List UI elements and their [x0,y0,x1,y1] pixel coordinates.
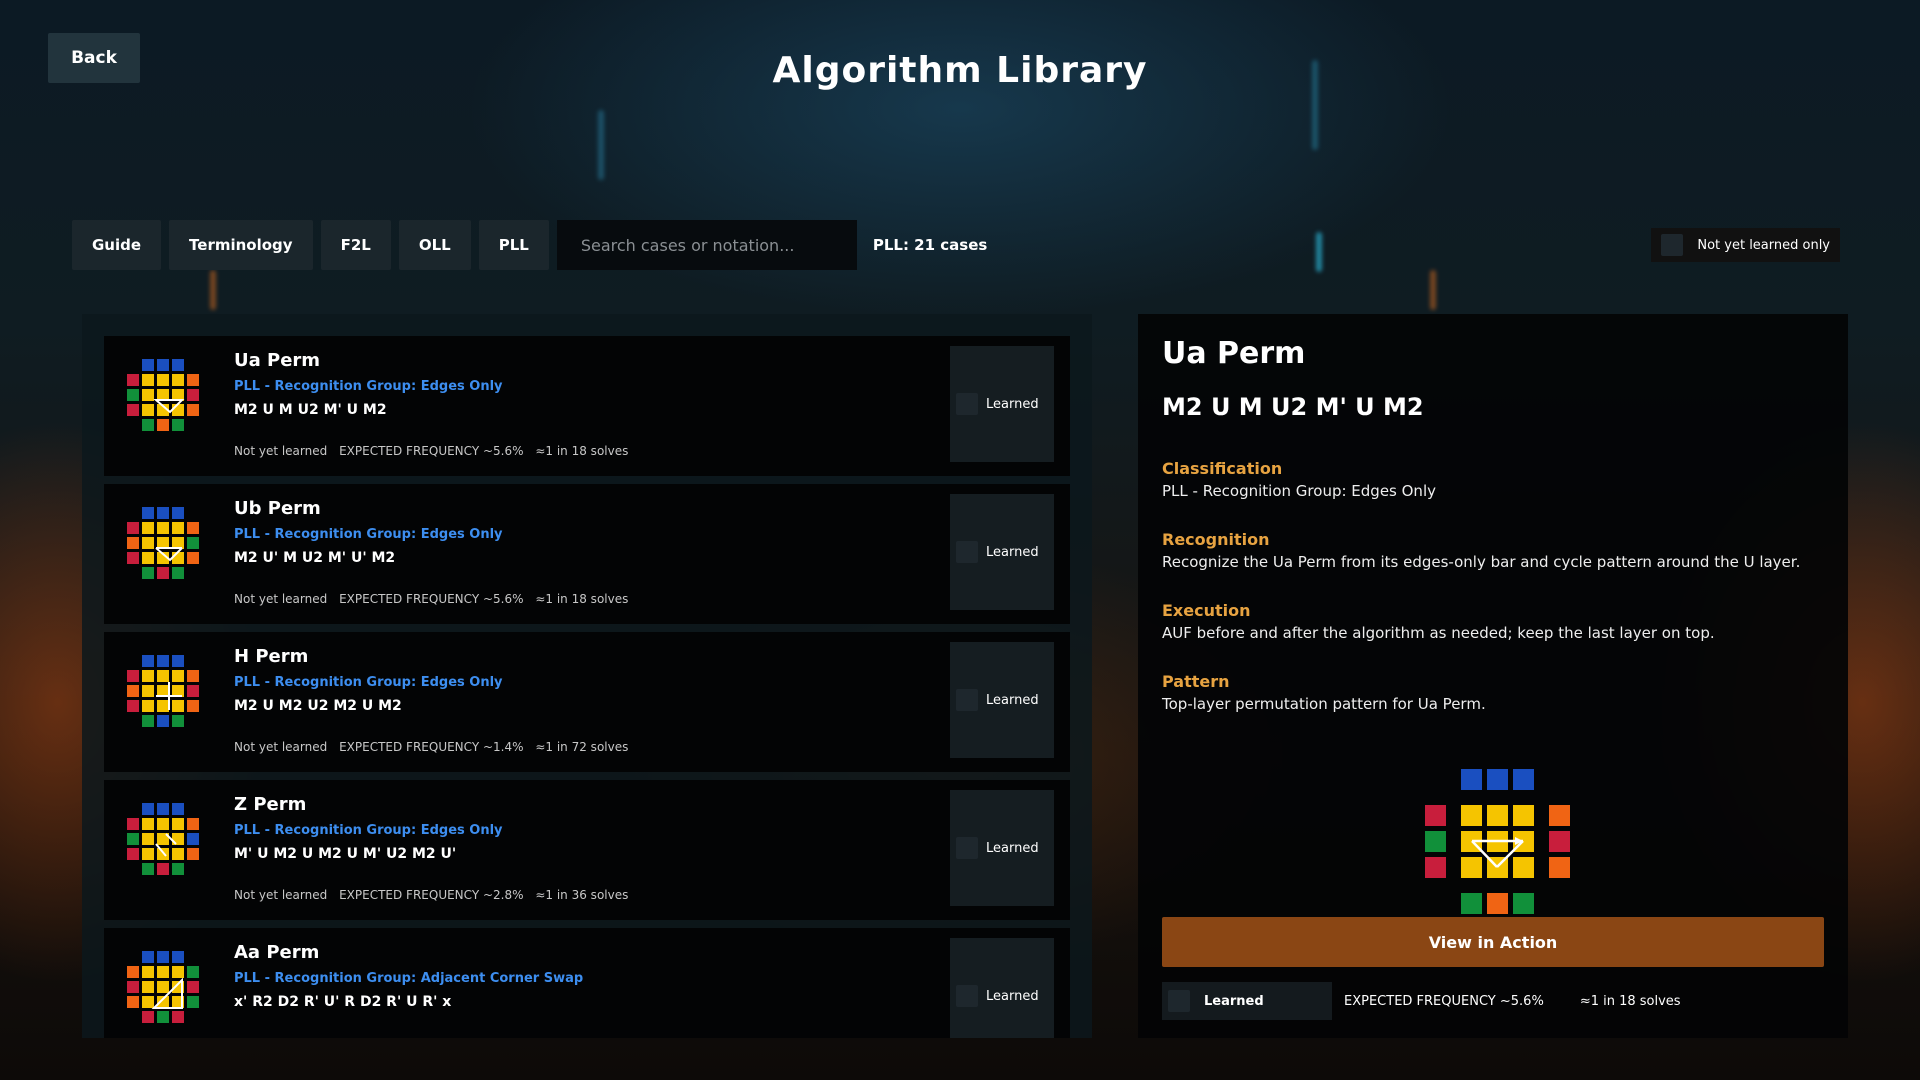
learned-toggle[interactable]: Learned [950,346,1054,462]
case-frequency: EXPECTED FREQUENCY ~1.4% [339,740,524,754]
bg-glow [210,270,216,310]
detail-case-name: Ua Perm [1162,336,1306,371]
case-name: Ub Perm [234,498,321,519]
case-group: PLL - Recognition Group: Edges Only [234,527,503,542]
classification-text: PLL - Recognition Group: Edges Only [1162,482,1436,500]
learned-checkbox[interactable] [956,985,978,1007]
bg-glow [1316,232,1322,272]
bg-glow [1430,270,1436,310]
learned-label: Learned [986,988,1039,1004]
pattern-heading: Pattern [1162,672,1230,691]
cube-diagram-icon [120,356,220,456]
detail-algorithm: M2 U M U2 M' U M2 [1162,393,1424,421]
search-input[interactable] [556,220,857,270]
learned-label: Learned [986,544,1039,560]
cube-diagram-icon [120,504,220,604]
learned-toggle[interactable]: Learned [950,938,1054,1038]
learned-checkbox[interactable] [956,393,978,415]
view-in-action-button[interactable]: View in Action [1162,917,1824,967]
toolbar: Guide Terminology F2L OLL PLL PLL: 21 ca… [72,220,987,270]
classification-heading: Classification [1162,459,1283,478]
case-algorithm: M2 U M2 U2 M2 U M2 [234,698,402,714]
tab-guide[interactable]: Guide [72,220,162,270]
detail-learned-toggle[interactable]: Learned [1162,982,1332,1020]
case-name: Aa Perm [234,942,320,963]
learned-checkbox[interactable] [956,837,978,859]
cube-diagram-icon [120,652,220,752]
case-frequency: EXPECTED FREQUENCY ~5.6% [339,592,524,606]
case-solves: ≈1 in 72 solves [535,740,629,754]
tab-f2l[interactable]: F2L [320,220,391,270]
case-status: Not yet learned [234,740,328,754]
case-name: Z Perm [234,794,307,815]
case-algorithm: x' R2 D2 R' U' R D2 R' U R' x [234,994,452,1010]
cube-diagram-icon [1417,769,1577,919]
learned-checkbox[interactable] [956,689,978,711]
learned-label: Learned [986,396,1039,412]
learned-toggle[interactable]: Learned [950,494,1054,610]
detail-learned-label: Learned [1204,993,1264,1009]
recognition-text: Recognize the Ua Perm from its edges-onl… [1162,553,1801,571]
execution-text: AUF before and after the algorithm as ne… [1162,624,1715,642]
not-learned-filter-toggle[interactable]: Not yet learned only [1651,228,1840,262]
case-group: PLL - Recognition Group: Edges Only [234,379,503,394]
case-meta: Not yet learned EXPECTED FREQUENCY ~5.6%… [234,444,636,458]
case-algorithm: M2 U M U2 M' U M2 [234,402,387,418]
case-list: Ua Perm PLL - Recognition Group: Edges O… [82,314,1092,1038]
case-card[interactable]: H Perm PLL - Recognition Group: Edges On… [104,632,1070,772]
case-status: Not yet learned [234,444,328,458]
case-card[interactable]: Aa Perm PLL - Recognition Group: Adjacen… [104,928,1070,1038]
learned-label: Learned [986,692,1039,708]
case-card[interactable]: Z Perm PLL - Recognition Group: Edges On… [104,780,1070,920]
case-frequency: EXPECTED FREQUENCY ~5.6% [339,444,524,458]
recognition-heading: Recognition [1162,530,1270,549]
tab-terminology[interactable]: Terminology [169,220,313,270]
cube-diagram-icon [120,948,220,1038]
tab-oll[interactable]: OLL [398,220,471,270]
page-title: Algorithm Library [772,50,1148,91]
learned-toggle[interactable]: Learned [950,790,1054,906]
case-status: Not yet learned [234,592,328,606]
case-frequency: EXPECTED FREQUENCY ~2.8% [339,888,524,902]
case-group: PLL - Recognition Group: Edges Only [234,823,503,838]
filter-label: Not yet learned only [1697,237,1830,253]
detail-frequency: EXPECTED FREQUENCY ~5.6% [1344,993,1544,1009]
filter-checkbox[interactable] [1661,234,1684,256]
case-solves: ≈1 in 18 solves [535,444,629,458]
tab-pll[interactable]: PLL [478,220,549,270]
detail-solves: ≈1 in 18 solves [1579,993,1681,1009]
bg-glow [598,110,604,180]
learned-checkbox[interactable] [956,541,978,563]
case-meta: Not yet learned EXPECTED FREQUENCY ~2.8%… [234,888,636,902]
case-card[interactable]: Ub Perm PLL - Recognition Group: Edges O… [104,484,1070,624]
case-solves: ≈1 in 18 solves [535,592,629,606]
cube-diagram-icon [120,800,220,900]
pattern-text: Top-layer permutation pattern for Ua Per… [1162,695,1486,713]
case-count: PLL: 21 cases [872,236,988,254]
learned-label: Learned [986,840,1039,856]
case-detail-panel: Ua Perm M2 U M U2 M' U M2 Classification… [1138,314,1848,1038]
case-meta: Not yet learned EXPECTED FREQUENCY ~5.6%… [234,592,636,606]
case-meta: Not yet learned EXPECTED FREQUENCY ~1.4%… [234,740,636,754]
detail-learned-checkbox[interactable] [1168,990,1190,1012]
case-name: H Perm [234,646,309,667]
detail-footer: Learned EXPECTED FREQUENCY ~5.6% ≈1 in 1… [1162,982,1681,1020]
case-algorithm: M' U M2 U M2 U M' U2 M2 U' [234,846,457,862]
case-status: Not yet learned [234,888,328,902]
case-group: PLL - Recognition Group: Edges Only [234,675,503,690]
case-name: Ua Perm [234,350,321,371]
case-algorithm: M2 U' M U2 M' U' M2 [234,550,396,566]
learned-toggle[interactable]: Learned [950,642,1054,758]
case-card[interactable]: Ua Perm PLL - Recognition Group: Edges O… [104,336,1070,476]
case-group: PLL - Recognition Group: Adjacent Corner… [234,971,584,986]
execution-heading: Execution [1162,601,1251,620]
case-solves: ≈1 in 36 solves [535,888,629,902]
